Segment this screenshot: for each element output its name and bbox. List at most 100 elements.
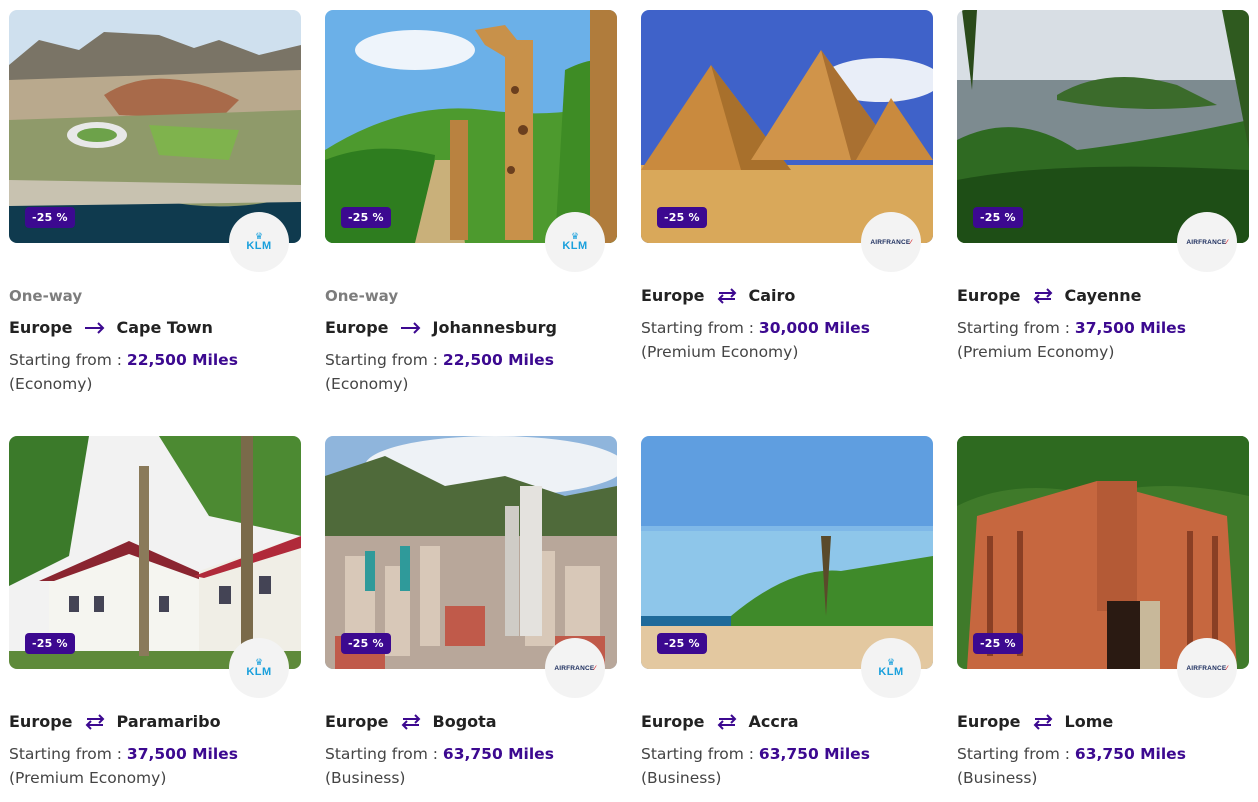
miles-value: 63,750 Miles [1074,745,1186,763]
discount-badge: -25 % [25,207,75,228]
klm-logo-icon: ♛ KLM [861,638,921,698]
route: Europe Johannesburg [325,312,617,344]
origin-label: Europe [9,318,73,337]
destination-card-cairo[interactable]: -25 % AIRFRANCE⁄ Europe Cairo Starting f… [641,10,933,364]
price-text: Starting from : 37,500 Miles (Premium Ec… [9,742,301,790]
destination-card-cape-town[interactable]: -25 % ♛ KLM One-way Europe Cape Town Star… [9,10,301,396]
price-prefix: Starting from : [9,745,127,763]
klm-logo-icon: ♛ KLM [229,638,289,698]
airline-label: AIRFRANCE⁄ [1186,665,1227,672]
airfrance-slash-icon: ⁄ [1226,664,1228,672]
price-text: Starting from : 22,500 Miles (Economy) [9,348,301,396]
airfrance-slash-icon: ⁄ [910,238,912,246]
price-prefix: Starting from : [957,745,1075,763]
destination-grid: -25 % ♛ KLM One-way Europe Cape Town Star… [0,0,1258,802]
price-prefix: Starting from : [957,319,1075,337]
airline-name: AIRFRANCE [870,238,911,246]
route: Europe Lome [957,706,1249,738]
miles-value: 37,500 Miles [1074,319,1186,337]
price-text: Starting from : 63,750 Miles (Business) [325,742,617,790]
destination-photo[interactable]: -25 % [641,10,933,243]
origin-label: Europe [957,712,1021,731]
miles-value: 37,500 Miles [126,745,238,763]
round-trip-arrows-icon [399,714,423,730]
price-prefix: Starting from : [641,319,759,337]
airline-name: AIRFRANCE [554,664,595,672]
trip-type-label: One-way [325,287,399,305]
destination-photo[interactable]: -25 % [641,436,933,669]
discount-badge: -25 % [341,207,391,228]
trip-type-label: One-way [9,287,83,305]
price-text: Starting from : 30,000 Miles (Premium Ec… [641,316,933,364]
destination-card-paramaribo[interactable]: -25 % ♛ KLM Europe Paramaribo Starting fr… [9,436,301,790]
miles-value: 63,750 Miles [758,745,870,763]
round-trip-arrows-icon [1031,714,1055,730]
price-prefix: Starting from : [325,745,443,763]
destination-label: Cape Town [116,318,213,337]
airline-name: AIRFRANCE [1186,664,1227,672]
airfrance-logo-icon: AIRFRANCE⁄ [1177,638,1237,698]
price-prefix: Starting from : [641,745,759,763]
price-prefix: Starting from : [9,351,127,369]
airfrance-slash-icon: ⁄ [1226,238,1228,246]
destination-card-bogota[interactable]: -25 % AIRFRANCE⁄ Europe Bogota Starting … [325,436,617,790]
price-text: Starting from : 63,750 Miles (Business) [957,742,1249,790]
one-way-arrow-icon [399,320,423,336]
discount-badge: -25 % [25,633,75,654]
destination-card-lome[interactable]: -25 % AIRFRANCE⁄ Europe Lome Starting fr… [957,436,1249,790]
destination-label: Accra [748,712,799,731]
round-trip-arrows-icon [715,714,739,730]
discount-badge: -25 % [657,207,707,228]
round-trip-arrows-icon [83,714,107,730]
airfrance-logo-icon: AIRFRANCE⁄ [861,212,921,272]
destination-card-johannesburg[interactable]: -25 % ♛ KLM One-way Europe Johannesburg S… [325,10,617,396]
airline-label: AIRFRANCE⁄ [554,665,595,672]
cabin-class: (Business) [641,769,722,787]
origin-label: Europe [325,712,389,731]
round-trip-arrows-icon [715,288,739,304]
destination-label: Paramaribo [116,712,221,731]
miles-value: 22,500 Miles [442,351,554,369]
destination-photo[interactable]: -25 % [957,436,1249,669]
cabin-class: (Premium Economy) [641,343,799,361]
destination-photo[interactable]: -25 % [9,10,301,243]
destination-label: Bogota [432,712,497,731]
route: Europe Cayenne [957,280,1249,312]
destination-photo[interactable]: -25 % [325,436,617,669]
price-text: Starting from : 37,500 Miles (Premium Ec… [957,316,1249,364]
route: Europe Bogota [325,706,617,738]
klm-logo-icon: ♛ KLM [229,212,289,272]
airline-label: AIRFRANCE⁄ [1186,239,1227,246]
destination-photo[interactable]: -25 % [957,10,1249,243]
cabin-class: (Premium Economy) [957,343,1115,361]
destination-label: Johannesburg [432,318,557,337]
airline-label: KLM [246,239,272,252]
round-trip-arrows-icon [1031,288,1055,304]
airline-name: AIRFRANCE [1186,238,1227,246]
discount-badge: -25 % [341,633,391,654]
route: Europe Accra [641,706,933,738]
one-way-arrow-icon [83,320,107,336]
route: Europe Paramaribo [9,706,301,738]
miles-value: 30,000 Miles [758,319,870,337]
cabin-class: (Economy) [325,375,409,393]
destination-card-accra[interactable]: -25 % ♛ KLM Europe Accra Starting from : … [641,436,933,790]
cabin-class: (Business) [957,769,1038,787]
airline-label: KLM [878,665,904,678]
miles-value: 63,750 Miles [442,745,554,763]
discount-badge: -25 % [657,633,707,654]
airfrance-slash-icon: ⁄ [594,664,596,672]
origin-label: Europe [325,318,389,337]
airline-label: KLM [562,239,588,252]
destination-label: Cairo [748,286,796,305]
cabin-class: (Premium Economy) [9,769,167,787]
destination-photo[interactable]: -25 % [325,10,617,243]
discount-badge: -25 % [973,207,1023,228]
miles-value: 22,500 Miles [126,351,238,369]
discount-badge: -25 % [973,633,1023,654]
origin-label: Europe [641,712,705,731]
origin-label: Europe [9,712,73,731]
destination-card-cayenne[interactable]: -25 % AIRFRANCE⁄ Europe Cayenne Starting… [957,10,1249,364]
origin-label: Europe [641,286,705,305]
destination-photo[interactable]: -25 % [9,436,301,669]
